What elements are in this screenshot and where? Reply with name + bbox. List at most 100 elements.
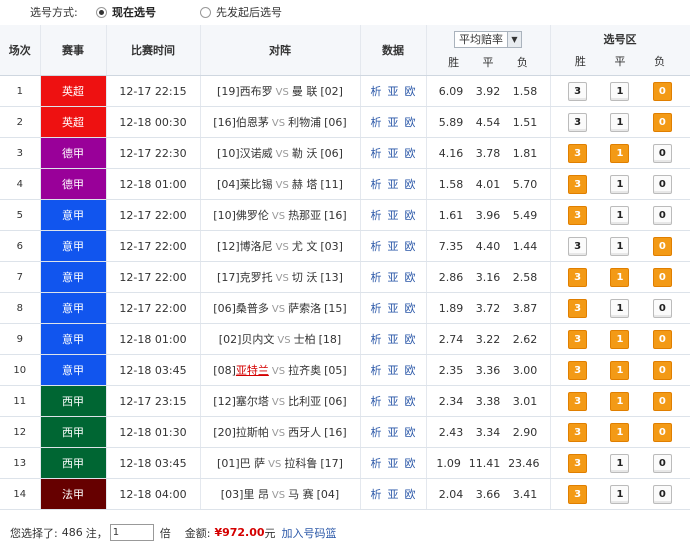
asian-odds-link[interactable]: 亚	[388, 333, 399, 346]
pick-lose-button[interactable]: 0	[652, 205, 672, 225]
away-team[interactable]: 马 赛	[288, 488, 314, 501]
asian-odds-link[interactable]: 亚	[388, 209, 399, 222]
euro-odds-link[interactable]: 欧	[405, 178, 416, 191]
home-team[interactable]: 伯恩茅	[236, 116, 269, 129]
asian-odds-link[interactable]: 亚	[388, 457, 399, 470]
analysis-link[interactable]: 析	[371, 240, 382, 253]
radio-initiate-later[interactable]: 先发起后选号	[200, 4, 282, 20]
pick-draw-button[interactable]: 1	[610, 453, 630, 473]
radio-dot-icon[interactable]	[200, 6, 211, 18]
pick-lose-button[interactable]: 0	[652, 329, 672, 349]
asian-odds-link[interactable]: 亚	[388, 426, 399, 439]
analysis-link[interactable]: 析	[371, 178, 382, 191]
league-cell[interactable]: 意甲	[40, 230, 107, 262]
euro-odds-link[interactable]: 欧	[405, 457, 416, 470]
asian-odds-link[interactable]: 亚	[388, 364, 399, 377]
pick-lose-button[interactable]: 0	[652, 174, 672, 194]
euro-odds-link[interactable]: 欧	[405, 271, 416, 284]
home-team[interactable]: 里 昂	[243, 488, 269, 501]
league-cell[interactable]: 西甲	[40, 416, 107, 448]
league-cell[interactable]: 意甲	[40, 261, 107, 293]
analysis-link[interactable]: 析	[371, 364, 382, 377]
euro-odds-link[interactable]: 欧	[405, 240, 416, 253]
away-team[interactable]: 拉科鲁	[284, 457, 317, 470]
pick-lose-button[interactable]: 0	[652, 267, 672, 287]
league-cell[interactable]: 英超	[40, 106, 107, 138]
league-cell[interactable]: 意甲	[40, 354, 107, 386]
pick-lose-button[interactable]: 0	[652, 143, 672, 163]
asian-odds-link[interactable]: 亚	[388, 240, 399, 253]
dropdown-arrow-icon[interactable]: ▼	[507, 31, 521, 47]
pick-lose-button[interactable]: 0	[652, 453, 672, 473]
pick-draw-button[interactable]: 1	[610, 112, 630, 132]
home-team[interactable]: 拉斯帕	[236, 426, 269, 439]
home-team[interactable]: 莱比锡	[240, 178, 273, 191]
home-team[interactable]: 佛罗伦	[236, 209, 269, 222]
home-team[interactable]: 贝内文	[241, 333, 274, 346]
league-cell[interactable]: 意甲	[40, 292, 107, 324]
pick-win-button[interactable]: 3	[568, 267, 588, 287]
away-team[interactable]: 热那亚	[288, 209, 321, 222]
pick-win-button[interactable]: 3	[568, 143, 588, 163]
pick-draw-button[interactable]: 1	[610, 236, 630, 256]
pick-win-button[interactable]: 3	[568, 236, 588, 256]
pick-draw-button[interactable]: 1	[610, 205, 630, 225]
pick-win-button[interactable]: 3	[568, 422, 588, 442]
pick-lose-button[interactable]: 0	[652, 422, 672, 442]
analysis-link[interactable]: 析	[371, 302, 382, 315]
pick-draw-button[interactable]: 1	[610, 298, 630, 318]
euro-odds-link[interactable]: 欧	[405, 85, 416, 98]
add-to-basket-link[interactable]: 加入号码篮	[282, 525, 337, 541]
asian-odds-link[interactable]: 亚	[388, 488, 399, 501]
asian-odds-link[interactable]: 亚	[388, 147, 399, 160]
away-team[interactable]: 切 沃	[292, 271, 318, 284]
euro-odds-link[interactable]: 欧	[405, 147, 416, 160]
away-team[interactable]: 萨索洛	[288, 302, 321, 315]
analysis-link[interactable]: 析	[371, 488, 382, 501]
home-team[interactable]: 亚特兰	[236, 364, 269, 377]
analysis-link[interactable]: 析	[371, 426, 382, 439]
away-team[interactable]: 曼 联	[292, 85, 318, 98]
pick-draw-button[interactable]: 1	[610, 329, 630, 349]
league-cell[interactable]: 英超	[40, 75, 107, 107]
euro-odds-link[interactable]: 欧	[405, 364, 416, 377]
pick-draw-button[interactable]: 1	[610, 267, 630, 287]
league-cell[interactable]: 德甲	[40, 137, 107, 169]
asian-odds-link[interactable]: 亚	[388, 116, 399, 129]
euro-odds-link[interactable]: 欧	[405, 426, 416, 439]
euro-odds-link[interactable]: 欧	[405, 209, 416, 222]
multiplier-input[interactable]: 1	[109, 524, 154, 541]
away-team[interactable]: 尤 文	[292, 240, 318, 253]
away-team[interactable]: 西牙人	[288, 426, 321, 439]
pick-lose-button[interactable]: 0	[652, 236, 672, 256]
radio-dot-icon[interactable]	[96, 6, 107, 18]
analysis-link[interactable]: 析	[371, 116, 382, 129]
analysis-link[interactable]: 析	[371, 457, 382, 470]
league-cell[interactable]: 意甲	[40, 199, 107, 231]
league-cell[interactable]: 德甲	[40, 168, 107, 200]
pick-win-button[interactable]: 3	[568, 360, 588, 380]
pick-win-button[interactable]: 3	[568, 484, 588, 504]
league-cell[interactable]: 西甲	[40, 447, 107, 479]
pick-draw-button[interactable]: 1	[610, 174, 630, 194]
pick-win-button[interactable]: 3	[568, 298, 588, 318]
asian-odds-link[interactable]: 亚	[388, 85, 399, 98]
euro-odds-link[interactable]: 欧	[405, 488, 416, 501]
away-team[interactable]: 赫 塔	[292, 178, 318, 191]
home-team[interactable]: 西布罗	[240, 85, 273, 98]
pick-win-button[interactable]: 3	[568, 391, 588, 411]
pick-lose-button[interactable]: 0	[652, 360, 672, 380]
home-team[interactable]: 巴 萨	[240, 457, 266, 470]
away-team[interactable]: 士柏	[294, 333, 316, 346]
analysis-link[interactable]: 析	[371, 147, 382, 160]
league-cell[interactable]: 法甲	[40, 478, 107, 510]
pick-win-button[interactable]: 3	[568, 205, 588, 225]
home-team[interactable]: 桑普多	[236, 302, 269, 315]
home-team[interactable]: 塞尔塔	[236, 395, 269, 408]
league-cell[interactable]: 西甲	[40, 385, 107, 417]
euro-odds-link[interactable]: 欧	[405, 333, 416, 346]
pick-lose-button[interactable]: 0	[652, 81, 672, 101]
pick-lose-button[interactable]: 0	[652, 112, 672, 132]
league-cell[interactable]: 意甲	[40, 323, 107, 355]
analysis-link[interactable]: 析	[371, 395, 382, 408]
